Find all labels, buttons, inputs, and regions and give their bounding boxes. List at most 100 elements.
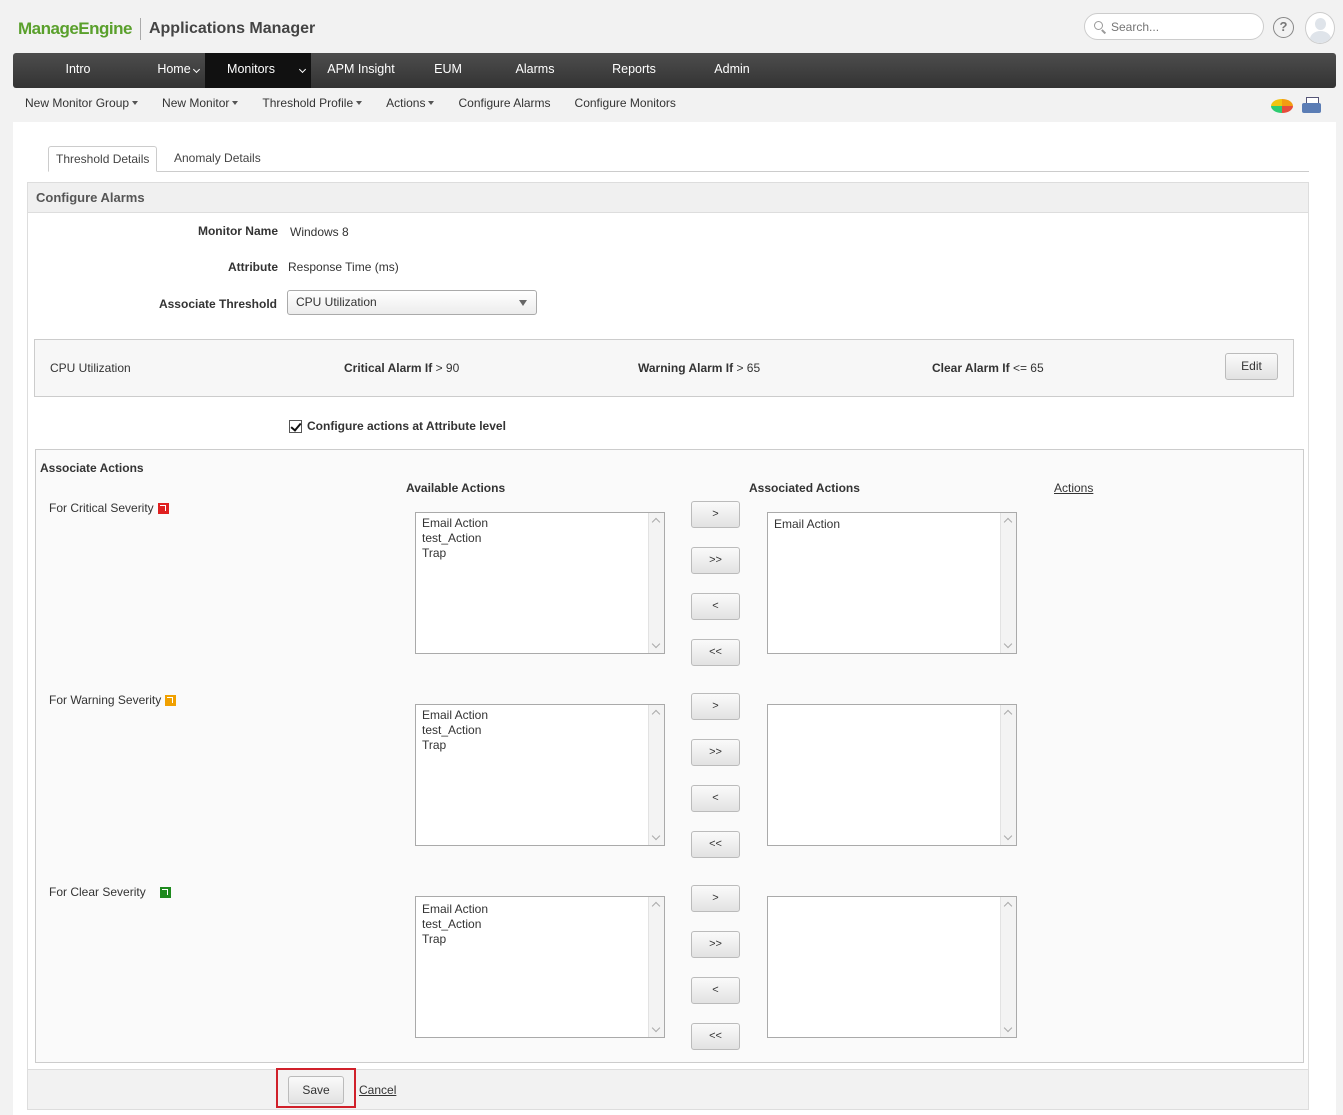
scroll-up-icon[interactable] [651,517,661,527]
nav-reports[interactable]: Reports [585,53,683,88]
attribute-label: Attribute [228,260,278,274]
list-item[interactable]: Email Action [422,708,664,723]
list-item[interactable]: Trap [422,546,664,561]
edit-threshold-button[interactable]: Edit [1225,353,1278,380]
scroll-up-icon[interactable] [1003,901,1013,911]
nav-apm-insight-label: APM Insight [327,62,395,76]
configure-actions-checkbox[interactable] [289,420,302,433]
clear-remove-all-button[interactable]: << [691,1023,740,1050]
scroll-down-icon[interactable] [651,639,661,649]
scroll-up-icon[interactable] [651,901,661,911]
subnav-configure-alarms[interactable]: Configure Alarms [458,96,550,110]
clear-add-all-button[interactable]: >> [691,931,740,958]
critical-add-button[interactable]: > [691,501,740,528]
scroll-down-icon[interactable] [1003,831,1013,841]
warning-add-all-button[interactable]: >> [691,739,740,766]
list-item[interactable]: Email Action [422,516,664,531]
associate-threshold-label: Associate Threshold [158,297,277,311]
chevron-down-icon[interactable] [192,65,201,74]
list-item[interactable]: Trap [422,932,664,947]
clear-condition: Clear Alarm If <= 65 [932,361,1044,375]
list-item[interactable]: Trap [422,738,664,753]
cancel-link[interactable]: Cancel [359,1083,396,1097]
list-item[interactable]: test_Action [422,723,664,738]
warning-remove-all-button[interactable]: << [691,831,740,858]
nav-alarms[interactable]: Alarms [485,53,585,88]
scrollbar[interactable] [1000,513,1016,653]
scroll-up-icon[interactable] [1003,517,1013,527]
tab-anomaly-details[interactable]: Anomaly Details [167,146,268,172]
list-item[interactable]: test_Action [422,917,664,932]
nav-eum[interactable]: EUM [411,53,485,88]
tab-threshold-details[interactable]: Threshold Details [48,146,158,172]
subnav-new-monitor[interactable]: New Monitor [162,96,239,110]
search-icon [1093,20,1107,34]
help-icon[interactable]: ? [1273,17,1294,38]
subnav-new-monitor-group[interactable]: New Monitor Group [25,96,139,110]
nav-alarms-label: Alarms [515,62,555,76]
list-item[interactable]: Email Action [422,902,664,917]
logo-text: ManageEngine [18,19,132,39]
chart-icon[interactable] [1271,99,1293,113]
clear-available-list[interactable]: Email Action test_Action Trap [415,896,665,1038]
nav-apm-insight[interactable]: APM Insight [311,53,411,88]
critical-label: Critical Alarm If [344,361,433,375]
threshold-select[interactable]: CPU Utilization [287,290,537,315]
warning-available-list[interactable]: Email Action test_Action Trap [415,704,665,846]
scrollbar[interactable] [648,705,664,845]
subnav-new-monitor-group-label: New Monitor Group [25,96,130,110]
warning-severity-icon [165,694,177,706]
print-icon[interactable] [1302,97,1322,115]
scrollbar[interactable] [648,897,664,1037]
chevron-down-icon[interactable] [298,65,307,74]
subnav-threshold-profile[interactable]: Threshold Profile [262,96,363,110]
clear-label: Clear Alarm If [932,361,1010,375]
warning-add-button[interactable]: > [691,693,740,720]
scroll-down-icon[interactable] [1003,639,1013,649]
critical-remove-all-button[interactable]: << [691,639,740,666]
scroll-down-icon[interactable] [1003,1023,1013,1033]
subnav-actions[interactable]: Actions [386,96,435,110]
clear-remove-button[interactable]: < [691,977,740,1004]
actions-link[interactable]: Actions [1054,481,1093,495]
associate-actions-title: Associate Actions [40,461,144,475]
threshold-summary: CPU Utilization Critical Alarm If > 90 W… [34,339,1294,397]
critical-value: > 90 [435,361,460,375]
search-input[interactable] [1111,19,1251,34]
scroll-up-icon[interactable] [1003,709,1013,719]
logo-divider [139,18,141,40]
nav-admin[interactable]: Admin [683,53,781,88]
caret-down-icon [356,101,363,105]
search-box[interactable] [1084,13,1264,40]
scroll-down-icon[interactable] [651,831,661,841]
subnav-configure-alarms-label: Configure Alarms [458,96,551,110]
critical-add-all-button[interactable]: >> [691,547,740,574]
critical-remove-button[interactable]: < [691,593,740,620]
list-item[interactable]: Email Action [774,517,1016,532]
scrollbar[interactable] [648,513,664,653]
save-button[interactable]: Save [288,1076,344,1104]
scrollbar[interactable] [1000,705,1016,845]
clear-associated-list[interactable] [767,896,1017,1038]
configure-alarms-section: Configure Alarms Monitor Name Windows 8 … [27,182,1309,1110]
scroll-up-icon[interactable] [651,709,661,719]
clear-severity-icon [159,886,171,898]
critical-available-list[interactable]: Email Action test_Action Trap [415,512,665,654]
nav-home[interactable]: Home [143,53,205,88]
nav-intro[interactable]: Intro [13,53,143,88]
section-title: Configure Alarms [28,183,1308,213]
clear-add-button[interactable]: > [691,885,740,912]
warning-associated-list[interactable] [767,704,1017,846]
subnav-configure-monitors[interactable]: Configure Monitors [575,96,676,110]
list-item[interactable]: test_Action [422,531,664,546]
nav-monitors[interactable]: Monitors [205,53,311,88]
manageengine-logo[interactable]: ManageEngine Applications Manager [18,14,315,44]
critical-severity-text: For Critical Severity [49,501,154,515]
warning-remove-button[interactable]: < [691,785,740,812]
dropdown-arrow-icon [519,300,527,306]
scroll-down-icon[interactable] [651,1023,661,1033]
critical-associated-list[interactable]: Email Action [767,512,1017,654]
subnav-new-monitor-label: New Monitor [162,96,230,110]
scrollbar[interactable] [1000,897,1016,1037]
user-avatar[interactable] [1305,12,1335,44]
